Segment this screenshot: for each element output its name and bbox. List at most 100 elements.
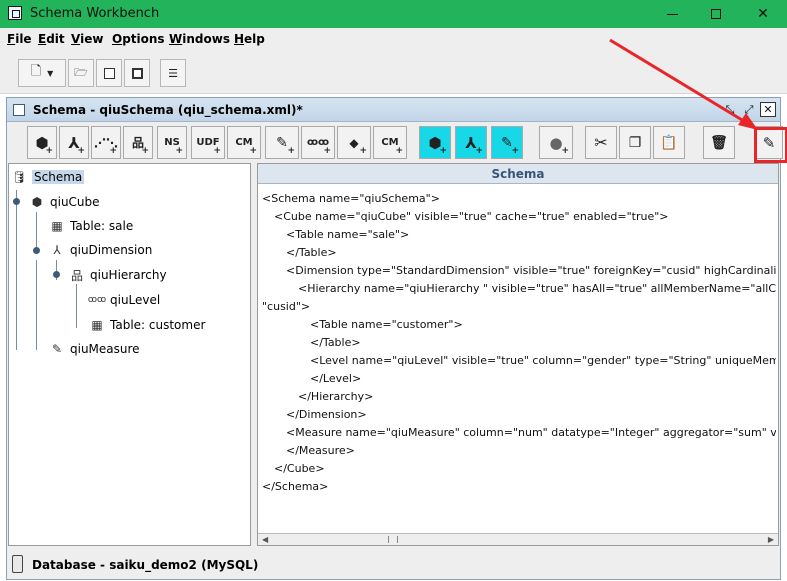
xml-line: </Table> bbox=[310, 336, 361, 349]
scroll-right-icon[interactable]: ▶ bbox=[768, 535, 774, 544]
add-role-button[interactable]: ● + bbox=[539, 126, 573, 159]
add-virtual-dimension-button[interactable]: ⅄ + bbox=[455, 126, 487, 159]
menu-view[interactable]: View bbox=[71, 32, 103, 46]
xml-line: </Table> bbox=[286, 246, 337, 259]
add-level-button[interactable]: ꝏꝏ + bbox=[301, 126, 335, 159]
add-cube-button[interactable]: ⬢ + bbox=[27, 126, 57, 159]
maximize-button[interactable] bbox=[693, 0, 739, 28]
menu-file[interactable]: File bbox=[7, 32, 32, 46]
chevron-down-icon: ▼ bbox=[47, 68, 54, 78]
frame-title-bar[interactable]: Schema - qiuSchema (qiu_schema.xml)* ⤡ ⤢… bbox=[7, 98, 780, 122]
xml-line: <Table name="sale"> bbox=[286, 228, 410, 241]
add-hierarchy-button[interactable]: 品 + bbox=[123, 126, 153, 159]
tree-node-level[interactable]: ꝏꝏ qiuLevel bbox=[88, 291, 161, 309]
add-virtual-cube-button[interactable]: ⬢ + bbox=[419, 126, 451, 159]
save-as-button[interactable] bbox=[124, 59, 150, 87]
add-measure-button[interactable]: ✎ + bbox=[265, 126, 299, 159]
xml-line: <Level name="qiuLevel" visible="true" co… bbox=[310, 354, 776, 367]
menu-bar: File Edit View Options Windows Help bbox=[0, 28, 787, 52]
xml-line: <Measure name="qiuMeasure" column="num" … bbox=[286, 426, 776, 439]
new-file-icon: 🗋 bbox=[30, 64, 42, 79]
tree-node-table-sale[interactable]: ▦ Table: sale bbox=[49, 217, 133, 235]
scrollbar-thumb[interactable] bbox=[388, 536, 398, 543]
annotation-highlight-box bbox=[754, 127, 787, 163]
frame-iconify-button[interactable]: ⤡ bbox=[722, 102, 738, 117]
tree-node-label: Schema bbox=[32, 170, 85, 184]
tree-node-label: qiuLevel bbox=[110, 293, 161, 307]
xml-line: </Level> bbox=[310, 372, 362, 385]
add-udf-button[interactable]: UDF + bbox=[191, 126, 225, 159]
new-dropdown-button[interactable]: 🗋 ▼ bbox=[18, 59, 66, 87]
menu-options[interactable]: Options bbox=[112, 32, 165, 46]
hierarchy-icon: 品 bbox=[70, 268, 83, 283]
delete-button[interactable]: 🗑 bbox=[703, 126, 735, 159]
open-button[interactable]: 🗁 bbox=[68, 59, 94, 87]
close-button[interactable]: ✕ bbox=[740, 0, 786, 28]
xml-view-panel: Schema <Schema name="qiuSchema"> <Cube n… bbox=[257, 163, 779, 546]
minimize-button[interactable] bbox=[649, 0, 695, 28]
xml-line: <Hierarchy name="qiuHierarchy " visible=… bbox=[298, 282, 776, 295]
database-icon: 🛢 bbox=[11, 170, 27, 184]
xml-line: </Schema> bbox=[262, 480, 329, 493]
xml-line: <Table name="customer"> bbox=[310, 318, 463, 331]
horizontal-scrollbar[interactable]: ◀ ▶ bbox=[258, 533, 778, 545]
table-icon: ▦ bbox=[51, 219, 63, 233]
save-icon bbox=[103, 67, 115, 79]
add-dimension-usage-button[interactable]: ⋰⋱ + bbox=[91, 126, 121, 159]
tree-expand-handle[interactable] bbox=[53, 271, 60, 278]
tree-node-label: Table: customer bbox=[110, 318, 206, 332]
database-status-text: Database - saiku_demo2 (MySQL) bbox=[32, 558, 259, 572]
add-dimension-button[interactable]: ⅄ + bbox=[59, 126, 89, 159]
tree-node-label: qiuMeasure bbox=[70, 342, 140, 356]
list-icon: ☰ bbox=[168, 66, 178, 80]
menu-windows[interactable]: Windows bbox=[169, 32, 230, 46]
tree-expand-handle[interactable] bbox=[13, 198, 20, 205]
add-calculated-member-property-button[interactable]: CM + bbox=[373, 126, 407, 159]
tree-node-label: qiuCube bbox=[50, 195, 100, 209]
tree-line bbox=[16, 190, 17, 350]
schema-tree: 🛢 Schema ⬢ qiuCube ▦ Table: sale ⅄ qiuDi… bbox=[8, 163, 251, 546]
save-button[interactable] bbox=[96, 59, 122, 87]
table-icon: ▦ bbox=[91, 318, 103, 332]
schema-toolbar: ⬢ + ⅄ + ⋰⋱ + 品 + NS + UDF + CM + ✎ + ꝏꝏ + ◆ + CM + … bbox=[9, 124, 783, 162]
tree-line bbox=[36, 260, 37, 350]
tree-line bbox=[36, 212, 37, 250]
xml-line: </Cube> bbox=[274, 462, 325, 475]
xml-line: "cusid"> bbox=[262, 300, 311, 313]
menu-edit[interactable]: Edit bbox=[38, 32, 65, 46]
add-virtual-measure-button[interactable]: ✎ + bbox=[491, 126, 523, 159]
clipboard-icon: 📋 bbox=[660, 134, 678, 151]
tree-node-dimension[interactable]: ⅄ qiuDimension bbox=[49, 241, 152, 259]
tree-node-hierarchy[interactable]: 品 qiuHierarchy bbox=[69, 266, 167, 284]
add-calculated-member-button[interactable]: CM + bbox=[227, 126, 261, 159]
measure-icon: ✎ bbox=[276, 134, 288, 151]
xml-text-area[interactable]: <Schema name="qiuSchema"> <Cube name="qi… bbox=[262, 188, 776, 536]
add-property-button[interactable]: ◆ + bbox=[337, 126, 371, 159]
tree-node-schema[interactable]: 🛢 Schema bbox=[11, 168, 85, 186]
close-icon: ✕ bbox=[757, 6, 769, 22]
cut-button[interactable]: ✂ bbox=[585, 126, 617, 159]
frame-title: Schema - qiuSchema (qiu_schema.xml)* bbox=[33, 103, 303, 117]
frame-icon bbox=[13, 104, 25, 116]
preferences-button[interactable]: ☰ bbox=[160, 59, 186, 87]
tree-node-measure[interactable]: ✎ qiuMeasure bbox=[49, 340, 140, 358]
tree-node-table-customer[interactable]: ▦ Table: customer bbox=[89, 316, 205, 334]
tree-node-label: qiuHierarchy bbox=[90, 268, 167, 282]
copy-button[interactable]: ❐ bbox=[619, 126, 651, 159]
menu-help[interactable]: Help bbox=[234, 32, 265, 46]
xml-line: </Dimension> bbox=[286, 408, 367, 421]
scroll-left-icon[interactable]: ◀ bbox=[262, 535, 268, 544]
add-named-set-button[interactable]: NS + bbox=[157, 126, 187, 159]
scissors-icon: ✂ bbox=[594, 133, 608, 152]
tree-node-label: Table: sale bbox=[70, 219, 134, 233]
property-icon: ◆ bbox=[349, 135, 359, 150]
tree-node-cube[interactable]: ⬢ qiuCube bbox=[29, 193, 100, 211]
frame-maximize-button[interactable]: ⤢ bbox=[741, 102, 757, 117]
paste-button[interactable]: 📋 bbox=[653, 126, 685, 159]
tree-expand-handle[interactable] bbox=[33, 247, 40, 254]
copy-icon: ❐ bbox=[628, 134, 642, 151]
tree-node-label: qiuDimension bbox=[70, 243, 153, 257]
window-title-bar[interactable]: Schema Workbench ✕ bbox=[0, 0, 787, 28]
frame-close-button[interactable]: ✕ bbox=[760, 102, 776, 117]
minimize-icon bbox=[666, 13, 678, 15]
